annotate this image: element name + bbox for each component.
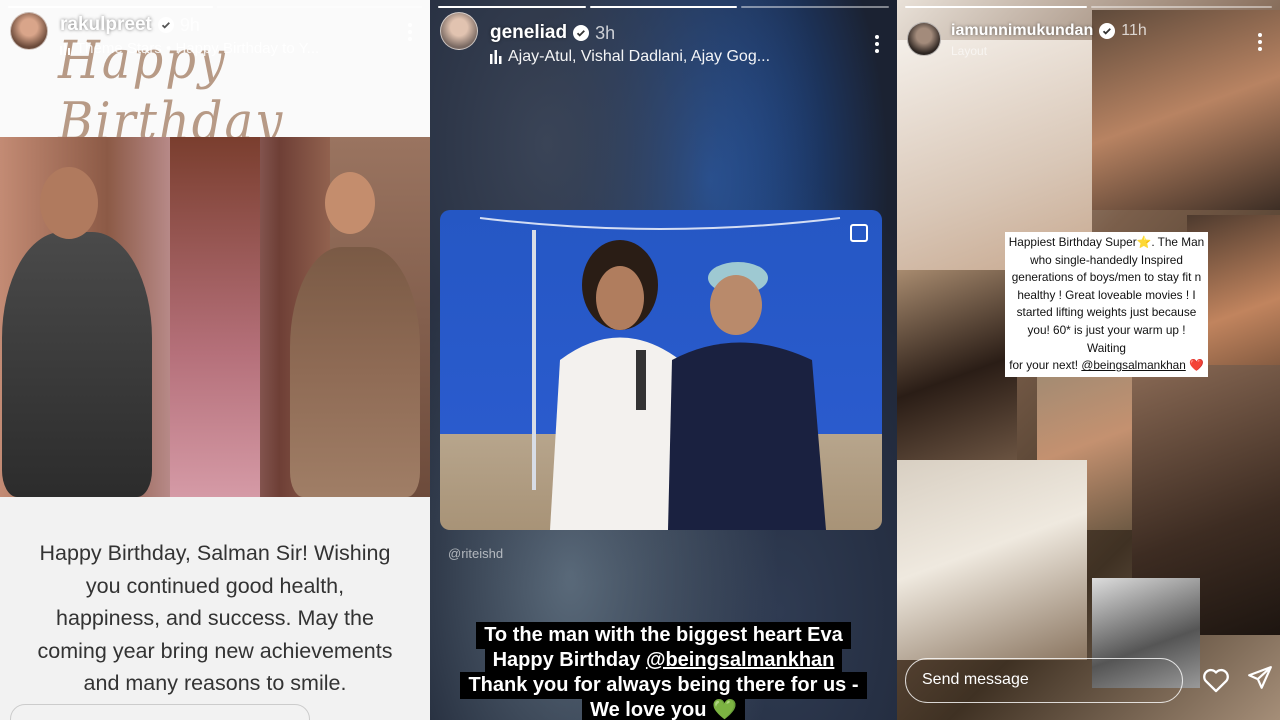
story-text-line: To the man with the biggest heart Eva <box>430 622 897 649</box>
music-info[interactable]: Ajay-Atul, Vishal Dadlani, Ajay Gog... <box>490 48 867 66</box>
avatar[interactable] <box>440 12 478 50</box>
caption-line: happiness, and success. May the <box>56 606 374 630</box>
post-time: 9h <box>179 14 200 35</box>
more-options-icon[interactable] <box>867 30 887 58</box>
stage-pillar <box>170 137 260 497</box>
story-photo <box>0 137 430 497</box>
post-time: 3h <box>595 22 616 43</box>
story-panel-iamunnimukundan[interactable]: Happiest Birthday Super⭐. The Man who si… <box>897 0 1280 720</box>
person-head <box>325 172 375 234</box>
story-text: To the man with the biggest heart Eva <box>476 622 851 649</box>
mention-tag[interactable]: @beingsalmankhan <box>1081 358 1185 372</box>
music-label: Theme Stars • Happy Birthday to Y... <box>76 40 320 57</box>
story-header: geneliad 3h Ajay-Atul, Vishal Dadlani, A… <box>440 12 887 65</box>
verified-badge-icon <box>157 17 174 33</box>
text-part: We love you <box>590 699 712 720</box>
story-text: Happy Birthday @beingsalmankhan <box>484 647 843 674</box>
story-header: rakulpreet 9h Theme Stars • Happy Birthd… <box>10 12 420 57</box>
sticker-line: you! 60* is just your warm up ! Waiting <box>1027 322 1186 355</box>
red-heart-emoji: ❤️ <box>1189 358 1204 373</box>
sticker-line: generations of boys/men to stay fit n <box>1011 270 1202 285</box>
collage-photo <box>897 460 1087 660</box>
post-time: 11h <box>1121 22 1147 39</box>
multi-photo-icon <box>850 224 868 242</box>
sticker-text: for your next! <box>1009 358 1082 373</box>
sticker-line: Happiest Birthday Super⭐. The Man <box>1008 235 1205 249</box>
sticker-line: for your next! @beingsalmankhan ❤️ <box>1007 357 1206 375</box>
more-options-icon[interactable] <box>1250 28 1270 56</box>
caption-line: Happy Birthday, Salman Sir! Wishing <box>39 541 391 565</box>
more-options-icon[interactable] <box>400 18 420 46</box>
music-bars-icon <box>60 42 70 55</box>
sticker-line: healthy ! Great loveable movies ! I <box>1017 287 1196 302</box>
avatar[interactable] <box>10 12 48 50</box>
music-label: Ajay-Atul, Vishal Dadlani, Ajay Gog... <box>508 48 771 65</box>
caption-line: coming year bring new achievements <box>37 638 393 663</box>
caption-line: you continued good health, <box>85 573 345 598</box>
username[interactable]: rakulpreet <box>60 14 152 36</box>
story-text-line: We love you 💚 <box>430 697 897 720</box>
music-info[interactable]: Layout <box>951 44 1250 58</box>
music-bars-icon <box>490 50 502 64</box>
heart-icon[interactable] <box>1202 667 1230 693</box>
story-text: We love you 💚 <box>582 697 745 720</box>
mention-credit[interactable]: @riteishd <box>448 546 503 561</box>
story-progress <box>8 6 422 8</box>
story-progress <box>905 6 1272 8</box>
sticker-line: who single-handedly Inspired <box>1030 252 1183 267</box>
verified-badge-icon <box>573 25 590 41</box>
text-part: Happy Birthday <box>492 649 646 671</box>
story-progress <box>438 6 890 8</box>
collage-photo <box>897 270 1017 460</box>
share-icon[interactable] <box>1247 665 1273 691</box>
username[interactable]: iamunnimukundan <box>951 22 1093 40</box>
music-label: Layout <box>951 44 988 58</box>
sticker-line: started lifting weights just because <box>1016 305 1197 320</box>
story-caption: Happy Birthday, Salman Sir! Wishing you … <box>0 537 430 700</box>
story-text: Thank you for always being there for us … <box>460 672 867 699</box>
reply-input[interactable] <box>10 704 310 720</box>
story-panel-rakulpreet[interactable]: Happy Birthday Happy Birthday, Salman Si… <box>0 0 430 720</box>
person-figure <box>290 247 420 497</box>
person-figure <box>2 232 152 497</box>
person-head <box>40 167 98 239</box>
green-heart-emoji: 💚 <box>711 699 737 720</box>
story-header: iamunnimukundan 11h Layout <box>907 22 1270 66</box>
send-message-input[interactable]: Send message <box>905 658 1183 703</box>
caption-line: and many reasons to smile. <box>83 671 347 695</box>
mention-tag[interactable]: @beingsalmankhan <box>646 649 834 671</box>
photo-illustration <box>479 217 841 530</box>
story-text-line: Happy Birthday @beingsalmankhan <box>430 647 897 674</box>
shared-post-photo[interactable] <box>440 210 882 530</box>
story-text-line: Thank you for always being there for us … <box>430 672 897 699</box>
story-panel-geneliad[interactable]: @riteishd To the man with the biggest he… <box>430 0 897 720</box>
avatar[interactable] <box>907 22 941 56</box>
username[interactable]: geneliad <box>490 22 567 44</box>
tribute-text-sticker: Happiest Birthday Super⭐. The Man who si… <box>1005 232 1208 377</box>
verified-badge-icon <box>1099 23 1116 39</box>
music-info[interactable]: Theme Stars • Happy Birthday to Y... <box>60 40 400 57</box>
